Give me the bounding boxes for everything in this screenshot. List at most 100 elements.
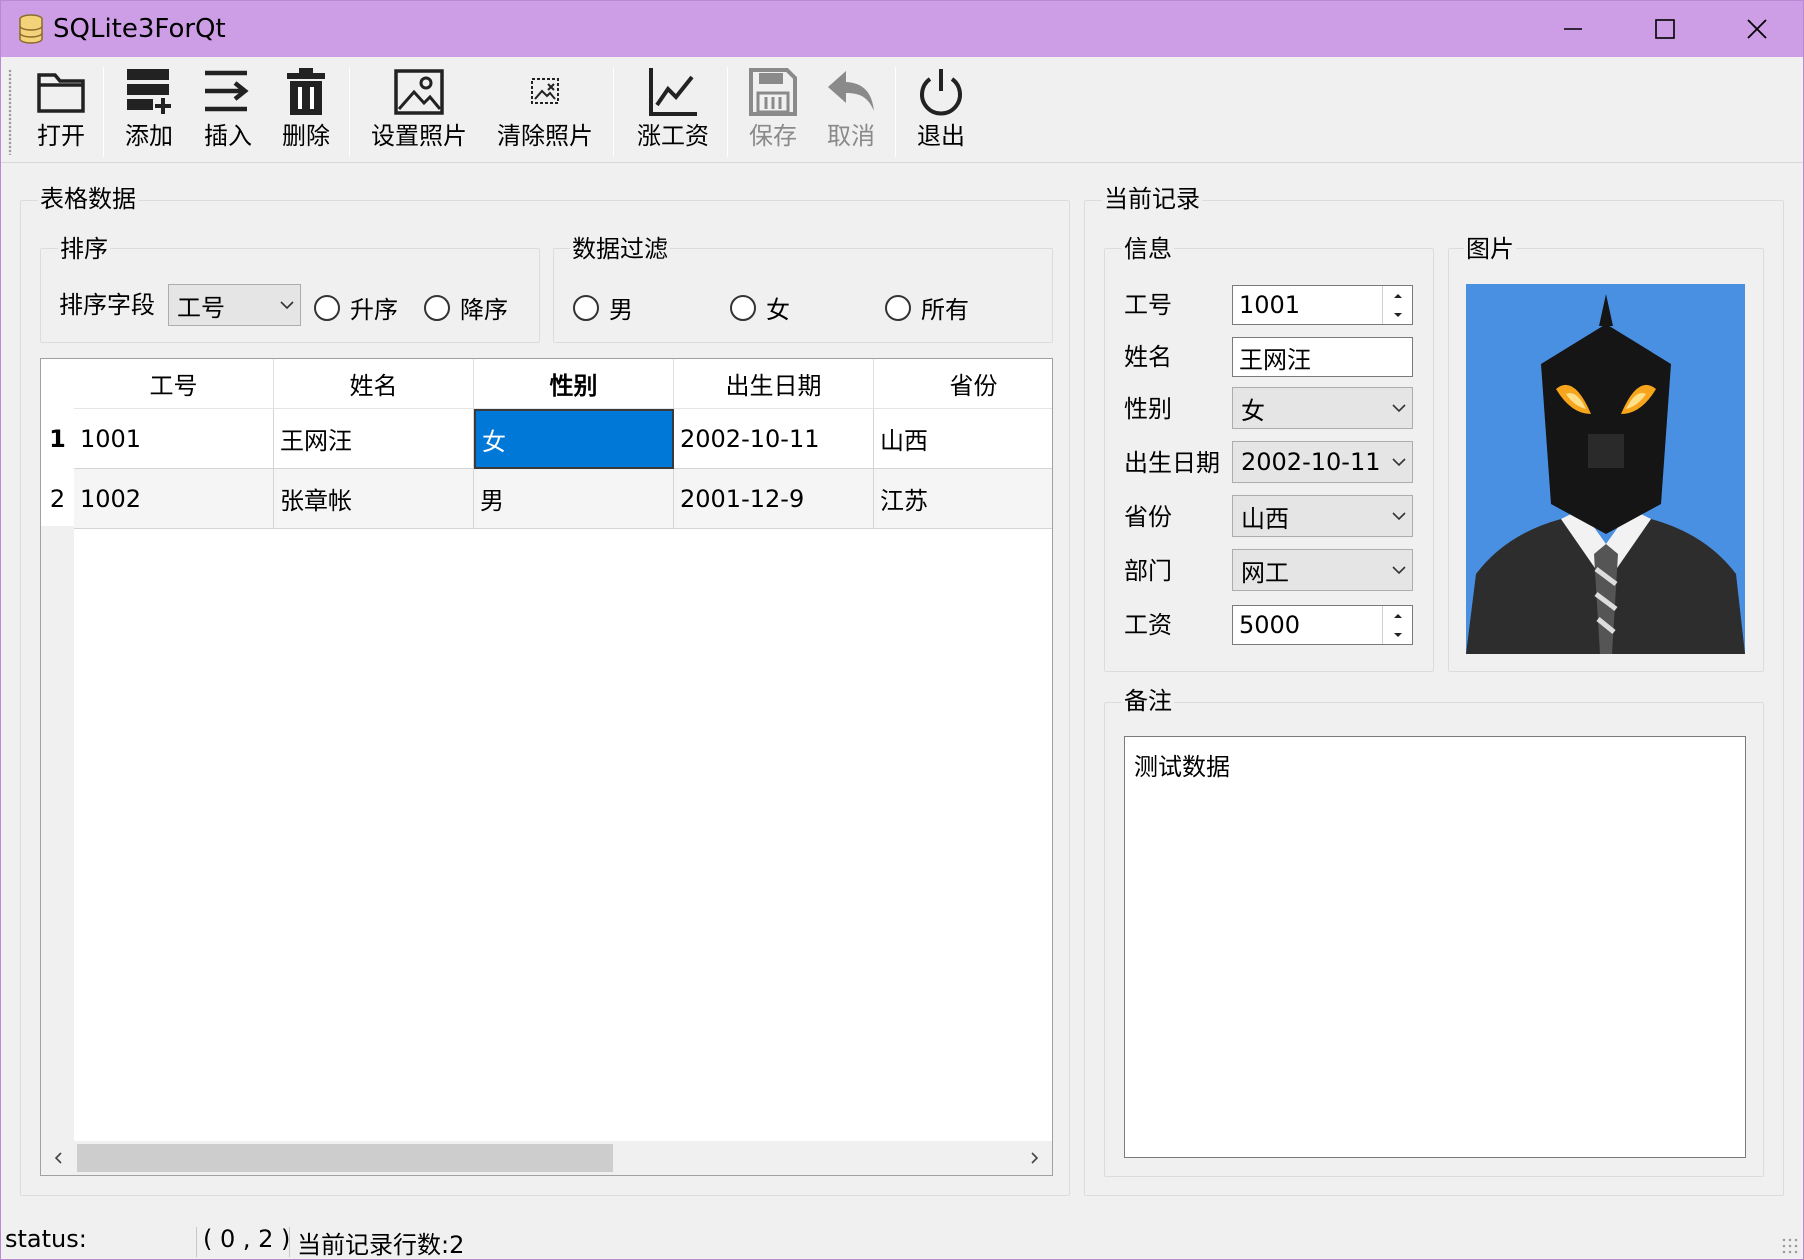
scroll-left-icon[interactable] — [43, 1141, 73, 1175]
spin-up-icon[interactable] — [1383, 606, 1412, 625]
sort-desc-radio[interactable]: 降序 — [424, 290, 508, 325]
dept-label: 部门 — [1124, 557, 1172, 585]
add-button[interactable]: 添加 — [119, 65, 179, 157]
image-icon — [394, 69, 444, 115]
toolbar-separator — [103, 67, 104, 157]
toolbar: 打开 添加 插入 删除 设置照片 清除照片 涨工资 保存 取消 退出 — [1, 57, 1803, 163]
line-chart-icon — [649, 68, 697, 116]
database-icon — [19, 14, 43, 44]
clear-photo-label: 清除照片 — [497, 122, 593, 150]
sort-desc-label: 降序 — [460, 296, 508, 324]
minimize-button[interactable] — [1527, 1, 1619, 57]
sort-field-label: 排序字段 — [59, 291, 155, 319]
title-bar[interactable]: SQLite3ForQt — [1, 1, 1803, 57]
employee-photo — [1466, 284, 1745, 654]
clear-photo-button[interactable]: 清除照片 — [495, 65, 595, 157]
birth-label: 出生日期 — [1124, 449, 1220, 477]
open-button[interactable]: 打开 — [31, 65, 91, 157]
maximize-icon — [1655, 19, 1675, 39]
column-header[interactable]: 工号 — [74, 359, 274, 409]
name-input[interactable]: 王网汪 — [1232, 337, 1413, 377]
id-label: 工号 — [1124, 291, 1172, 319]
toolbar-grip[interactable] — [8, 69, 12, 155]
close-button[interactable] — [1711, 1, 1803, 57]
filter-female-radio[interactable]: 女 — [730, 290, 790, 325]
filter-group-title: 数据过滤 — [570, 234, 670, 264]
filter-female-label: 女 — [766, 296, 790, 324]
table-cell[interactable]: 山西 — [874, 409, 1052, 469]
exit-button[interactable]: 退出 — [911, 65, 971, 157]
spin-down-icon[interactable] — [1383, 305, 1412, 324]
chevron-down-icon — [1386, 550, 1412, 590]
table-cell[interactable]: 张章帐 — [274, 469, 474, 529]
salary-spinbox[interactable]: 5000 — [1232, 605, 1413, 645]
delete-label: 删除 — [282, 122, 330, 150]
table-data-title: 表格数据 — [38, 184, 138, 214]
province-value: 山西 — [1241, 504, 1289, 533]
spin-down-icon[interactable] — [1383, 625, 1412, 644]
save-icon — [749, 68, 797, 116]
save-label: 保存 — [749, 122, 797, 150]
set-photo-button[interactable]: 设置照片 — [369, 65, 469, 157]
table-cell[interactable]: 1001 — [74, 409, 274, 469]
exit-label: 退出 — [917, 122, 965, 150]
dept-combo[interactable]: 网工 — [1232, 549, 1413, 591]
id-spinbox[interactable]: 1001 — [1232, 285, 1413, 325]
status-cell-position: ( 0 , 2 ) — [203, 1225, 291, 1253]
column-header[interactable]: 性别 — [474, 359, 674, 409]
delete-button[interactable]: 删除 — [276, 65, 336, 157]
table-corner[interactable] — [41, 359, 74, 409]
current-record-title: 当前记录 — [1102, 184, 1202, 214]
column-header[interactable]: 姓名 — [274, 359, 474, 409]
column-header[interactable]: 出生日期 — [674, 359, 874, 409]
horizontal-scrollbar[interactable] — [41, 1141, 1052, 1175]
table-cell[interactable]: 2001-12-9 — [674, 469, 874, 529]
size-grip[interactable] — [1781, 1237, 1799, 1255]
filter-all-label: 所有 — [921, 296, 969, 324]
row-header-fill — [41, 526, 74, 1156]
province-combo[interactable]: 山西 — [1232, 495, 1413, 537]
scroll-right-icon[interactable] — [1020, 1141, 1050, 1175]
filter-male-radio[interactable]: 男 — [573, 290, 633, 325]
raise-salary-button[interactable]: 涨工资 — [633, 65, 713, 157]
row-header[interactable]: 1 — [41, 409, 74, 469]
save-button[interactable]: 保存 — [743, 65, 803, 157]
table-cell[interactable]: 男 — [474, 469, 674, 529]
sort-group-title: 排序 — [58, 234, 110, 264]
insert-label: 插入 — [204, 122, 252, 150]
salary-spin-buttons[interactable] — [1382, 606, 1412, 644]
cancel-button[interactable]: 取消 — [821, 65, 881, 157]
table-cell[interactable]: 1002 — [74, 469, 274, 529]
maximize-button[interactable] — [1619, 1, 1711, 57]
gender-value: 女 — [1241, 396, 1265, 425]
column-header[interactable]: 省份 — [874, 359, 1052, 409]
close-icon — [1747, 19, 1767, 39]
clear-image-icon — [531, 78, 559, 104]
filter-all-radio[interactable]: 所有 — [885, 290, 969, 325]
sort-field-value: 工号 — [177, 293, 225, 322]
scrollbar-thumb[interactable] — [77, 1144, 613, 1172]
status-separator — [196, 1227, 197, 1257]
insert-icon — [205, 70, 249, 112]
name-label: 姓名 — [1124, 343, 1172, 371]
raise-salary-label: 涨工资 — [637, 122, 709, 150]
insert-button[interactable]: 插入 — [198, 65, 258, 157]
birth-date-edit[interactable]: 2002-10-11 — [1232, 441, 1413, 483]
data-table[interactable]: 工号 姓名 性别 出生日期 省份 1 2 1001 王网汪 女 2002-10-… — [40, 358, 1053, 1176]
table-cell-selected[interactable]: 女 — [474, 409, 674, 469]
minimize-icon — [1564, 28, 1582, 30]
id-spin-buttons[interactable] — [1382, 286, 1412, 324]
sort-field-combo[interactable]: 工号 — [168, 284, 301, 326]
memo-textarea[interactable]: 测试数据 — [1124, 736, 1746, 1158]
table-cell[interactable]: 王网汪 — [274, 409, 474, 469]
row-header[interactable]: 2 — [41, 469, 74, 529]
id-value: 1001 — [1239, 291, 1301, 319]
status-separator — [289, 1227, 290, 1257]
sort-asc-radio[interactable]: 升序 — [314, 290, 398, 325]
sort-asc-label: 升序 — [350, 296, 398, 324]
table-cell[interactable]: 江苏 — [874, 469, 1052, 529]
spin-up-icon[interactable] — [1383, 286, 1412, 305]
table-cell[interactable]: 2002-10-11 — [674, 409, 874, 469]
radio-circle — [885, 294, 911, 321]
gender-combo[interactable]: 女 — [1232, 387, 1413, 429]
